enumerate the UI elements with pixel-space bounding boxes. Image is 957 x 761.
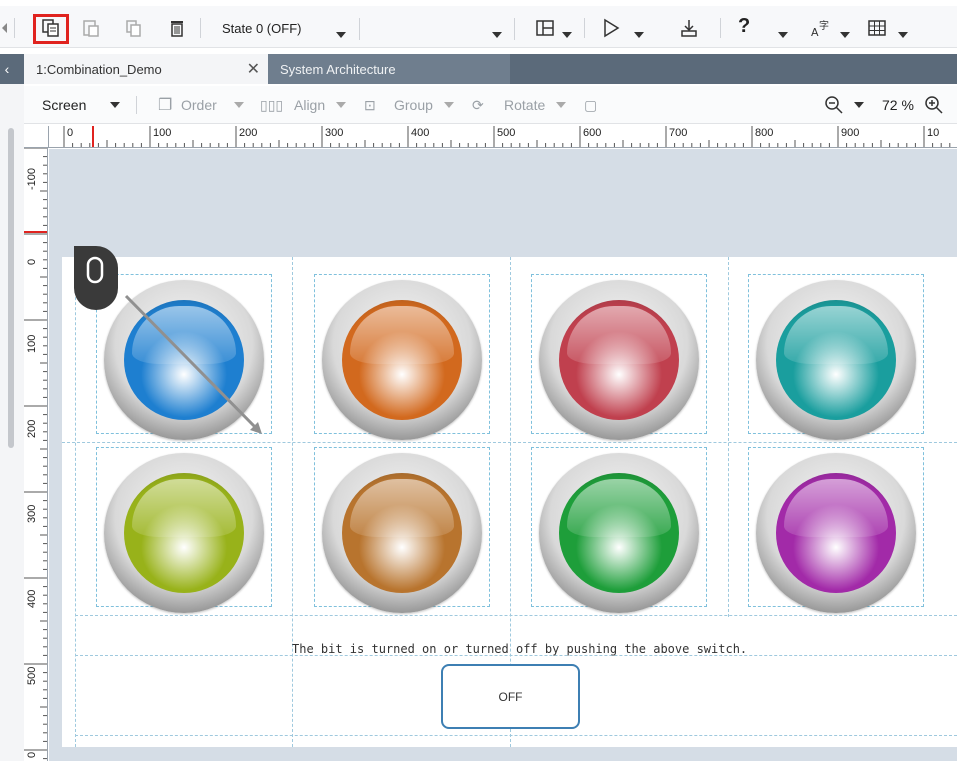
drag-arrow [124, 294, 262, 434]
mouse-icon [86, 256, 104, 284]
mouse-badge [74, 246, 118, 310]
